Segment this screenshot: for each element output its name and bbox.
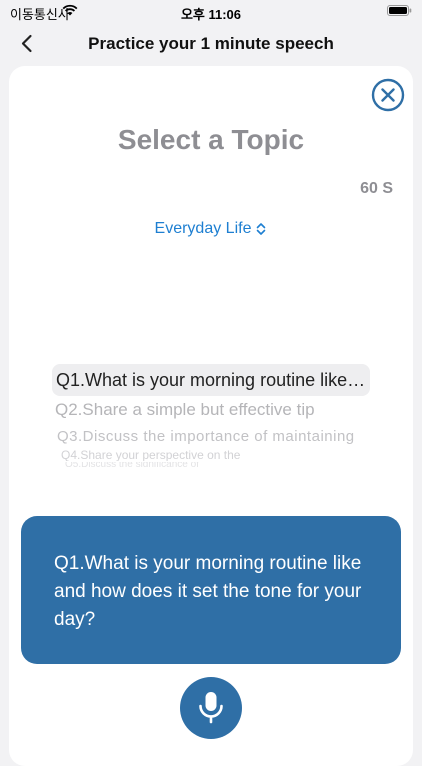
selected-question-text: Q1.What is your morning routine like and… xyxy=(54,553,362,630)
sheet-title: Select a Topic xyxy=(117,124,305,155)
timer-label: 60 S xyxy=(360,180,393,197)
close-circle-icon xyxy=(371,78,405,112)
picker-item[interactable]: Q4.Share your perspective on the xyxy=(61,450,361,461)
microphone-icon xyxy=(199,692,223,724)
picker-item[interactable]: Q5.Discuss the significance of xyxy=(65,462,357,467)
close-button[interactable] xyxy=(371,78,405,112)
battery-icon xyxy=(387,5,412,16)
picker-item-selected[interactable]: Q1.What is your morning routine like and… xyxy=(52,364,370,396)
question-card: Q1.What is your morning routine like and… xyxy=(21,516,401,664)
chevron-up-down-icon xyxy=(257,222,266,235)
page-title: Practice your 1 minute speech xyxy=(88,34,334,53)
status-bar: 이동통신사 오후 11:06 xyxy=(0,0,422,24)
record-button[interactable] xyxy=(180,677,242,739)
picker-item[interactable]: Q2.Share a simple but effective tip xyxy=(52,400,373,420)
topic-sheet: Select a Topic 60 S Everyday Life Q1.Wha… xyxy=(9,66,413,766)
picker-item[interactable]: Q3.Discuss the importance of maintaining xyxy=(57,428,367,445)
status-time: 오후 11:06 xyxy=(180,7,242,22)
navigation-bar: Practice your 1 minute speech xyxy=(0,24,422,64)
category-label: Everyday Life xyxy=(154,220,252,237)
category-select[interactable]: Everyday Life xyxy=(9,220,413,238)
